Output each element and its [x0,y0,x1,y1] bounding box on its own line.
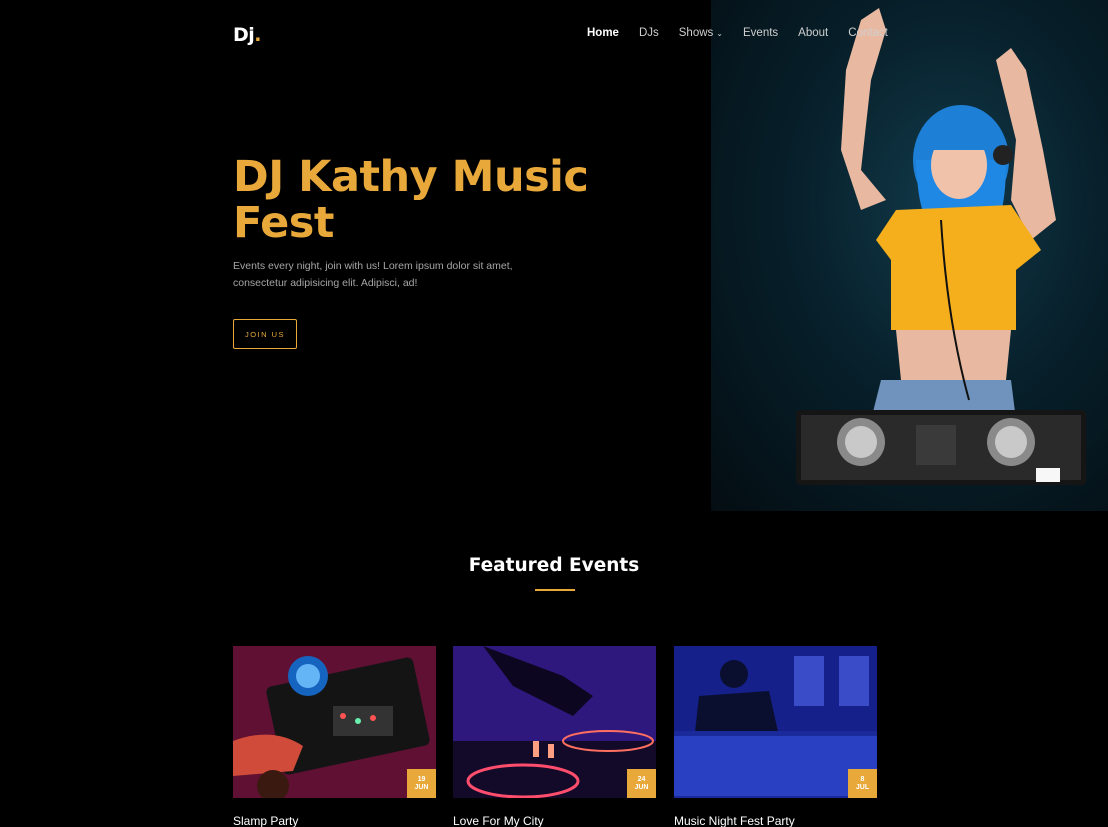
join-us-button[interactable]: JOIN US [233,319,297,349]
event-month: JUN [634,784,649,791]
nav-about[interactable]: About [798,27,828,39]
event-card[interactable]: 8 JUL Music Night Fest Party [674,646,877,827]
event-name[interactable]: Slamp Party [233,814,436,827]
event-name[interactable]: Love For My City [453,814,656,827]
event-name[interactable]: Music Night Fest Party [674,814,877,827]
event-month: JUN [414,784,429,791]
event-card[interactable]: 19 JUN Slamp Party [233,646,436,827]
logo-text: Dj [233,24,255,46]
hero-description: Events every night, join with us! Lorem … [233,260,513,289]
nav-shows-label: Shows [678,27,714,39]
nav-events[interactable]: Events [743,27,778,39]
logo-dot: . [254,24,262,46]
event-day: 8 [860,776,865,783]
chevron-down-icon: ⌄ [716,28,723,38]
nav-contact[interactable]: Contact [848,27,888,39]
event-month: JUL [855,784,870,791]
event-image[interactable]: 8 JUL [674,646,877,798]
event-date-badge: 8 JUL [848,769,877,798]
hero-title: DJ Kathy Music Fest [233,152,589,248]
main-nav: Home DJs Shows ⌄ Events About Contact [587,27,908,39]
featured-events-title: Featured Events [468,555,640,576]
event-image[interactable]: 24 JUN [453,646,656,798]
event-date-badge: 24 JUN [627,769,656,798]
nav-djs[interactable]: DJs [639,27,659,39]
site-logo[interactable]: Dj. [233,24,261,46]
nav-shows[interactable]: Shows ⌄ [679,27,723,39]
event-card[interactable]: 24 JUN Love For My City [453,646,656,827]
hero-dj-photo [711,0,1108,511]
title-underline [535,589,575,591]
event-day: 19 [417,776,426,783]
nav-home[interactable]: Home [587,27,619,39]
event-image[interactable]: 19 JUN [233,646,436,798]
event-date-badge: 19 JUN [407,769,436,798]
event-day: 24 [637,776,646,783]
